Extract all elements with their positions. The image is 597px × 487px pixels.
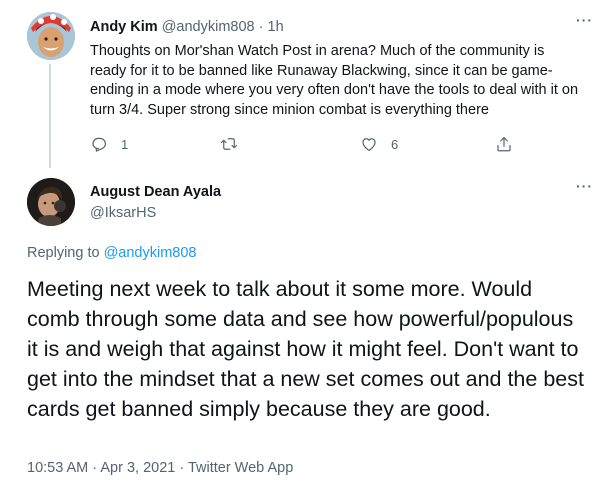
more-options-button[interactable]: ··· [576,13,593,27]
main-tweet-text: Meeting next week to talk about it some … [27,277,584,421]
reply-icon [92,137,106,152]
retweet-icon [220,138,238,150]
avatar-image [27,178,75,226]
parent-tweet[interactable]: Andy Kim @andykim808 · 1h ··· Thoughts o… [0,0,597,168]
tweet-time[interactable]: 1h [268,19,284,35]
author-name[interactable]: Andy Kim [90,19,158,35]
like-button[interactable]: 6 [360,132,398,156]
tweet-meta[interactable]: 10:53 AM · Apr 3, 2021 · Twitter Web App [27,459,293,477]
avatar[interactable] [27,178,75,226]
tweet-actions: 1 6 [90,132,530,156]
like-count: 6 [391,136,399,152]
parent-tweet-header: Andy Kim @andykim808 · 1h [90,18,284,36]
author-handle[interactable]: @IksarHS [90,204,156,222]
separator: · [258,19,264,35]
share-icon [497,137,511,152]
parent-tweet-text: Thoughts on Mor'shan Watch Post in arena… [90,43,579,118]
replying-to-link[interactable]: @andykim808 [104,245,197,261]
avatar-image [27,12,75,60]
author-handle[interactable]: @andykim808 [162,19,255,35]
replying-to: Replying to @andykim808 [27,244,196,262]
thread-line [49,64,51,168]
share-button[interactable] [495,132,513,156]
replying-to-label: Replying to [27,245,104,261]
author-name[interactable]: August Dean Ayala [90,183,221,201]
more-options-button[interactable]: ··· [576,179,593,193]
reply-button[interactable]: 1 [90,132,128,156]
heart-icon [362,138,376,151]
avatar[interactable] [27,12,75,60]
reply-count: 1 [121,136,129,152]
retweet-button[interactable] [220,132,238,156]
